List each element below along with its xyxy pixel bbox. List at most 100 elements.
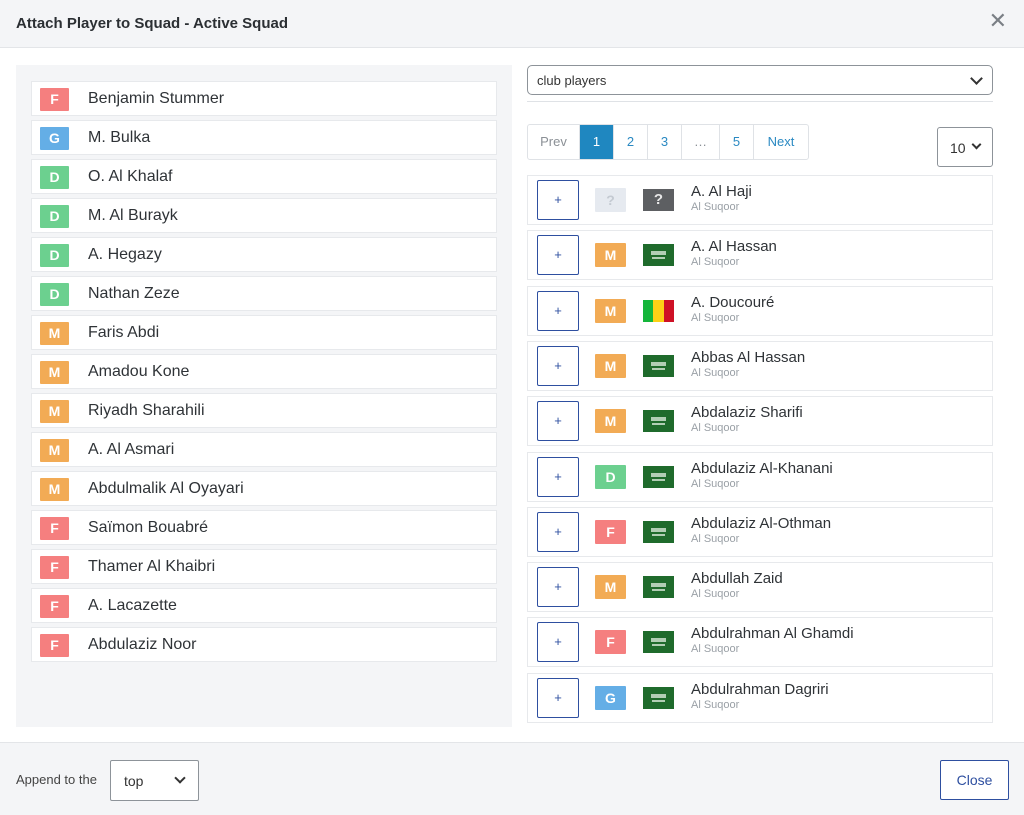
pagination: Prev 1 2 3… 5 Next [527, 124, 809, 160]
add-player-button[interactable]: + [537, 677, 579, 718]
position-badge: M [595, 575, 626, 600]
position-badge: M [595, 353, 626, 378]
player-name: A. Doucouré [691, 293, 775, 311]
squad-player-row[interactable]: D M. Al Burayk [31, 198, 497, 233]
squad-player-row[interactable]: F Thamer Al Khaibri [31, 549, 497, 584]
player-name: A. Lacazette [88, 597, 177, 614]
chevron-down-icon [174, 772, 186, 784]
squad-player-row[interactable]: M Abdulmalik Al Oyayari [31, 471, 497, 506]
position-badge: D [595, 464, 626, 489]
position-badge: D [40, 244, 69, 267]
player-name: Benjamin Stummer [88, 90, 225, 107]
mali-flag-icon [643, 299, 674, 322]
pagination-page-5[interactable]: 5 [720, 125, 754, 159]
add-player-button[interactable]: + [537, 622, 579, 663]
position-badge: F [595, 630, 626, 655]
squad-player-row[interactable]: M Faris Abdi [31, 315, 497, 350]
player-name: Abbas Al Hassan [691, 348, 806, 366]
pagination-prev[interactable]: Prev [528, 125, 580, 159]
add-player-button[interactable]: + [537, 511, 579, 552]
close-icon[interactable]: ✕ [989, 10, 1007, 32]
player-name: Abdulaziz Al-Khanani [691, 459, 833, 477]
position-badge: D [40, 166, 69, 189]
append-position-value: top [124, 773, 144, 789]
player-name: A. Al Haji [691, 183, 752, 200]
saudi-arabia-flag-icon [643, 465, 674, 488]
club-player-row: +?? A. Al Haji Al Suqoor [527, 175, 993, 225]
player-name: Nathan Zeze [88, 285, 180, 302]
unknown-flag-icon: ? [643, 189, 674, 211]
divider [527, 101, 993, 102]
position-badge: M [40, 439, 69, 462]
pagination-page-2[interactable]: 2 [614, 125, 648, 159]
position-badge: F [40, 88, 69, 111]
position-badge: ? [595, 188, 626, 212]
player-name: Saïmon Bouabré [88, 519, 209, 536]
squad-player-row[interactable]: F Benjamin Stummer [31, 81, 497, 116]
pagination-page-1[interactable]: 1 [580, 125, 614, 159]
add-player-button[interactable]: + [537, 456, 579, 497]
squad-player-row[interactable]: F A. Lacazette [31, 588, 497, 623]
squad-player-row[interactable]: D O. Al Khalaf [31, 159, 497, 194]
squad-player-row[interactable]: M Riyadh Sharahili [31, 393, 497, 428]
per-page-select[interactable]: 10 [937, 127, 993, 167]
player-name: Thamer Al Khaibri [88, 558, 216, 575]
player-name: Abdalaziz Sharifi [691, 404, 803, 422]
squad-player-row[interactable]: M A. Al Asmari [31, 432, 497, 467]
player-club: Al Suqoor [691, 422, 740, 435]
pagination-page-3[interactable]: 3 [648, 125, 682, 159]
saudi-arabia-flag-icon [643, 631, 674, 654]
position-badge: M [595, 409, 626, 434]
player-name: A. Hegazy [88, 246, 162, 263]
squad-player-row[interactable]: D A. Hegazy [31, 237, 497, 272]
saudi-arabia-flag-icon [643, 354, 674, 377]
club-player-row: + M A. Doucouré Al Suqoor [527, 285, 993, 336]
squad-player-row[interactable]: F Saïmon Bouabré [31, 510, 497, 545]
add-player-button[interactable]: + [537, 345, 579, 386]
dialog-header: Attach Player to Squad - Active Squad ✕ [0, 0, 1024, 48]
add-player-button[interactable]: + [537, 290, 579, 331]
saudi-arabia-flag-icon [643, 410, 674, 433]
add-player-button[interactable]: + [537, 567, 579, 608]
position-badge: M [595, 298, 626, 323]
squad-player-row[interactable]: M Amadou Kone [31, 354, 497, 389]
saudi-arabia-flag-icon [643, 244, 674, 267]
squad-player-row[interactable]: F Abdulaziz Noor [31, 627, 497, 662]
position-badge: F [40, 634, 69, 657]
position-badge: M [40, 478, 69, 501]
player-club: Al Suqoor [691, 201, 740, 213]
position-badge: F [40, 595, 69, 618]
position-badge: D [40, 205, 69, 228]
player-name: Abdulaziz Noor [88, 636, 197, 653]
add-player-button[interactable]: + [537, 180, 579, 220]
add-player-button[interactable]: + [537, 235, 579, 276]
player-name: M. Al Burayk [88, 207, 178, 224]
position-badge: F [40, 517, 69, 540]
club-player-row: + F Abdulrahman Al Ghamdi Al Suqoor [527, 617, 993, 668]
club-player-row: + G Abdulrahman Dagriri Al Suqoor [527, 672, 993, 723]
player-name: A. Al Hassan [691, 238, 777, 256]
close-button[interactable]: Close [940, 760, 1009, 800]
player-name: A. Al Asmari [88, 441, 175, 458]
squad-player-row[interactable]: G M. Bulka [31, 120, 497, 155]
position-badge: M [40, 400, 69, 423]
append-position-select[interactable]: top [110, 760, 199, 801]
position-badge: M [40, 322, 69, 345]
pagination-ellipsis: … [682, 125, 720, 159]
position-badge: G [40, 127, 69, 150]
position-badge: F [595, 519, 626, 544]
saudi-arabia-flag-icon [643, 576, 674, 599]
pagination-next[interactable]: Next [754, 125, 808, 159]
saudi-arabia-flag-icon [643, 520, 674, 543]
club-player-row: + D Abdulaziz Al-Khanani Al Suqoor [527, 451, 993, 502]
player-club: Al Suqoor [691, 643, 740, 656]
player-source-value: club players [537, 73, 607, 88]
player-club: Al Suqoor [691, 477, 740, 490]
player-name: Amadou Kone [88, 363, 190, 380]
player-name: Abdulrahman Al Ghamdi [691, 625, 854, 643]
squad-player-row[interactable]: D Nathan Zeze [31, 276, 497, 311]
add-player-button[interactable]: + [537, 401, 579, 442]
per-page-value: 10 [950, 140, 966, 156]
player-source-select[interactable]: club players [527, 65, 993, 95]
player-club: Al Suqoor [691, 256, 740, 269]
